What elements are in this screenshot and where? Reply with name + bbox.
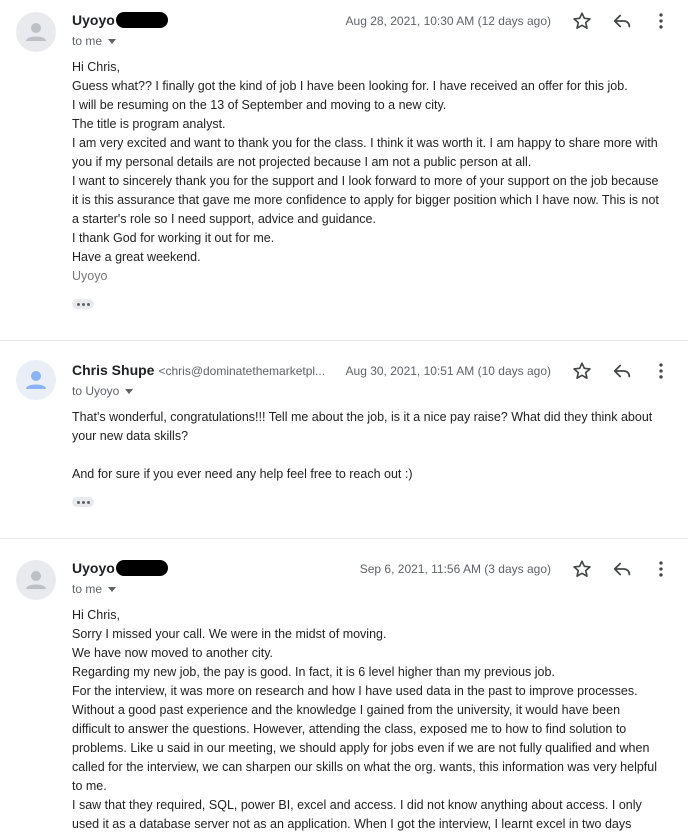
person-icon <box>26 571 46 589</box>
redaction-mark <box>115 560 168 577</box>
body-line: Hi Chris, <box>72 608 120 622</box>
star-button[interactable] <box>571 558 593 580</box>
recipient-label: to Uyoyo <box>72 384 120 398</box>
sender-name[interactable]: Chris Shupe <box>72 362 154 378</box>
star-icon <box>573 12 591 29</box>
message-divider <box>0 538 688 539</box>
star-icon <box>573 560 591 577</box>
sender-line: Uyoyo <box>72 560 168 577</box>
person-icon <box>26 371 46 389</box>
person-icon <box>26 23 46 41</box>
more-vert-icon <box>659 561 663 577</box>
sender-avatar[interactable] <box>16 360 56 400</box>
message-divider <box>0 340 688 341</box>
body-line: I am very excited and want to thank you … <box>72 136 658 169</box>
more-options-button[interactable] <box>650 558 672 580</box>
body-line: Sorry I missed your call. We were in the… <box>72 627 387 641</box>
body-line: We have now moved to another city. <box>72 646 274 660</box>
chevron-down-icon <box>108 587 117 593</box>
recipient-toggle[interactable]: to Uyoyo <box>72 384 134 398</box>
body-line: Regarding my new job, the pay is good. I… <box>72 665 555 679</box>
reply-icon <box>613 364 631 378</box>
more-options-button[interactable] <box>650 360 672 382</box>
message-body: That's wonderful, congratulations!!! Tel… <box>72 408 662 484</box>
ellipsis-icon <box>86 302 90 306</box>
more-options-button[interactable] <box>650 10 672 32</box>
body-line: I want to sincerely thank you for the su… <box>72 174 659 226</box>
message-date: Sep 6, 2021, 11:56 AM (3 days ago) <box>359 562 551 576</box>
more-vert-icon <box>659 13 663 29</box>
body-line: I saw that they required, SQL, power BI,… <box>72 798 642 831</box>
message-body: Hi Chris, Sorry I missed your call. We w… <box>72 606 662 834</box>
chevron-down-icon <box>108 39 117 45</box>
star-button[interactable] <box>571 10 593 32</box>
ellipsis-icon <box>86 500 90 504</box>
more-vert-icon <box>659 363 663 379</box>
email-message: Uyoyo to me Aug 28, 2021, 10:30 AM (12 d… <box>0 0 688 336</box>
message-body: Hi Chris, Guess what?? I finally got the… <box>72 58 662 286</box>
ellipsis-icon <box>76 500 80 504</box>
email-message: Chris Shupe <chris@dominatethemarketpl...… <box>0 350 688 536</box>
reply-button[interactable] <box>611 360 633 382</box>
recipient-label: to me <box>72 582 103 596</box>
email-message: Uyoyo to me Sep 6, 2021, 11:56 AM (3 day… <box>0 548 688 836</box>
body-line: Guess what?? I finally got the kind of j… <box>72 79 628 93</box>
ellipsis-icon <box>76 302 80 306</box>
sender-avatar[interactable] <box>16 560 56 600</box>
reply-icon <box>613 562 631 576</box>
show-trimmed-content-button[interactable] <box>72 497 94 507</box>
recipient-label: to me <box>72 34 103 48</box>
body-line: And for sure if you ever need any help f… <box>72 467 413 481</box>
ellipsis-icon <box>81 500 85 504</box>
signature: Uyoyo <box>72 269 108 283</box>
chevron-down-icon <box>125 389 134 395</box>
sender-name[interactable]: Uyoyo <box>72 560 115 576</box>
recipient-toggle[interactable]: to me <box>72 34 117 48</box>
body-line: I will be resuming on the 13 of Septembe… <box>72 98 447 112</box>
sender-line: Uyoyo <box>72 12 168 29</box>
star-button[interactable] <box>571 360 593 382</box>
body-line: I thank God for working it out for me. <box>72 231 275 245</box>
sender-email: <chris@dominatethemarketpl... <box>158 364 326 378</box>
recipient-toggle[interactable]: to me <box>72 582 117 596</box>
body-line: For the interview, it was more on resear… <box>72 684 658 793</box>
reply-icon <box>613 14 631 28</box>
show-trimmed-content-button[interactable] <box>72 299 94 309</box>
body-line: That's wonderful, congratulations!!! Tel… <box>72 410 653 443</box>
body-line: The title is program analyst. <box>72 117 226 131</box>
body-line: Hi Chris, <box>72 60 120 74</box>
ellipsis-icon <box>81 302 85 306</box>
message-date: Aug 28, 2021, 10:30 AM (12 days ago) <box>345 14 551 28</box>
sender-avatar[interactable] <box>16 12 56 52</box>
sender-line: Chris Shupe <chris@dominatethemarketpl... <box>72 362 325 378</box>
message-date: Aug 30, 2021, 10:51 AM (10 days ago) <box>345 364 551 378</box>
redaction-mark <box>115 12 168 29</box>
sender-name[interactable]: Uyoyo <box>72 12 115 28</box>
body-line: Have a great weekend. <box>72 250 201 264</box>
reply-button[interactable] <box>611 10 633 32</box>
star-icon <box>573 362 591 379</box>
reply-button[interactable] <box>611 558 633 580</box>
